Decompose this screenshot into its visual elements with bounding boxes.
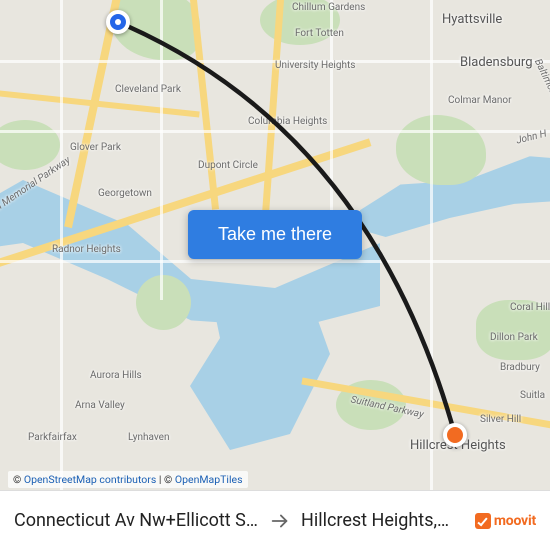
place-label: Columbia Heights [248, 116, 327, 127]
place-label: Suitla [520, 390, 545, 401]
origin-marker[interactable] [106, 10, 130, 34]
moovit-logo[interactable]: moovit [475, 513, 536, 529]
place-label: Fort Totten [295, 28, 344, 39]
route-summary-bar: Connecticut Av Nw+Ellicott St… Hillcrest… [0, 490, 550, 550]
place-label: Silver Hill [480, 414, 521, 425]
place-label: Georgetown [98, 188, 152, 199]
tiles-link[interactable]: OpenMapTiles [175, 473, 243, 486]
place-label: Aurora Hills [90, 370, 142, 381]
place-label: Cleveland Park [115, 84, 181, 95]
destination-marker[interactable] [443, 423, 467, 447]
map-attribution: © OpenStreetMap contributors | © OpenMap… [8, 471, 248, 488]
origin-text: Connecticut Av Nw+Ellicott St… [14, 510, 259, 531]
moovit-icon [475, 513, 491, 529]
place-label: Bladensburg [460, 55, 533, 70]
place-label: Chillum Gardens [292, 2, 365, 13]
place-label: Colmar Manor [448, 95, 512, 106]
place-label: Dupont Circle [198, 160, 258, 171]
place-label: Hyattsville [442, 12, 502, 27]
place-label: Radnor Heights [52, 244, 121, 255]
place-label: Parkfairfax [28, 432, 77, 443]
map-canvas[interactable]: Hyattsville Bladensburg Chillum Gardens … [0, 0, 550, 490]
place-label: Dillon Park [490, 332, 538, 343]
take-me-there-button[interactable]: Take me there [188, 210, 362, 259]
destination-text: Hillcrest Heights, … [301, 510, 451, 531]
place-label: University Heights [275, 60, 355, 71]
place-label: Lynhaven [128, 432, 169, 443]
place-label: Glover Park [70, 142, 121, 153]
arrow-right-icon [269, 510, 291, 532]
osm-link[interactable]: OpenStreetMap contributors [24, 473, 156, 486]
place-label: Bradbury [500, 362, 540, 373]
place-label: Arna Valley [75, 400, 125, 411]
place-label: Coral Hills [510, 302, 550, 313]
